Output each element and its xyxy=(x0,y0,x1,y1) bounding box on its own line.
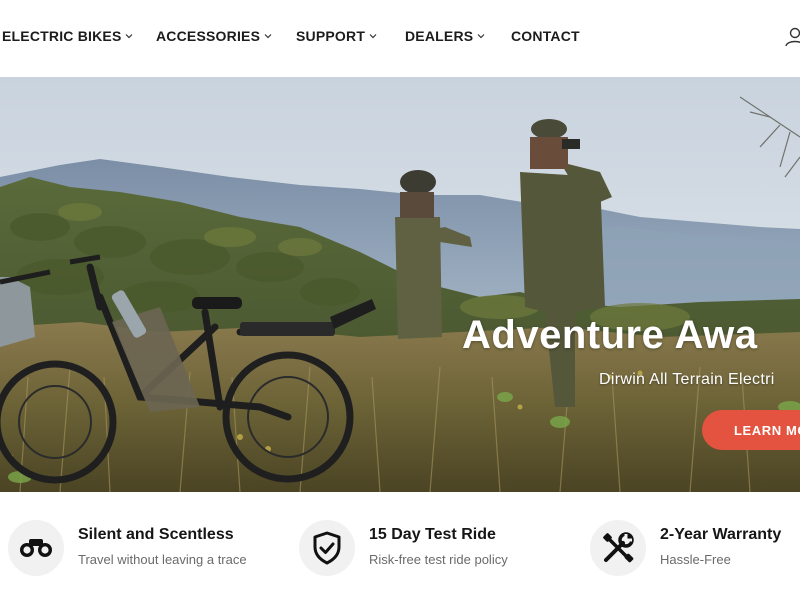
learn-more-button[interactable]: LEARN MO xyxy=(702,410,800,450)
shield-check-icon xyxy=(313,531,341,565)
feature-title: Silent and Scentless xyxy=(78,526,234,543)
feature-strip: Silent and Scentless Travel without leav… xyxy=(0,492,800,600)
chevron-down-icon xyxy=(126,34,133,39)
binoculars-icon xyxy=(20,539,52,557)
nav-label: DEALERS xyxy=(405,28,474,44)
nav-label: ELECTRIC BIKES xyxy=(2,28,122,44)
hero-banner: Adventure Awa Dirwin All Terrain Electri… xyxy=(0,77,800,492)
nav-accessories[interactable]: ACCESSORIES xyxy=(156,28,272,44)
tools-icon xyxy=(603,532,634,563)
user-icon[interactable] xyxy=(784,26,800,48)
nav-label: ACCESSORIES xyxy=(156,28,261,44)
feature-subtitle: Travel without leaving a trace xyxy=(78,552,247,567)
hero-background-image xyxy=(0,77,800,492)
hero-title: Adventure Awa xyxy=(462,313,758,357)
nav-contact[interactable]: CONTACT xyxy=(511,28,580,44)
nav-electric-bikes[interactable]: ELECTRIC BIKES xyxy=(2,28,133,44)
feature-icon-circle xyxy=(299,520,355,576)
chevron-down-icon xyxy=(264,34,272,39)
chevron-down-icon xyxy=(477,34,485,39)
top-navigation: ELECTRIC BIKES ACCESSORIES SUPPORT DEALE… xyxy=(0,0,800,77)
feature-subtitle: Risk-free test ride policy xyxy=(369,552,508,567)
feature-title: 15 Day Test Ride xyxy=(369,526,496,543)
nav-label: CONTACT xyxy=(511,28,580,44)
feature-subtitle: Hassle-Free xyxy=(660,552,731,567)
chevron-down-icon xyxy=(369,34,377,39)
feature-icon-circle xyxy=(8,520,64,576)
nav-label: SUPPORT xyxy=(296,28,366,44)
nav-dealers[interactable]: DEALERS xyxy=(405,28,485,44)
feature-icon-circle xyxy=(590,520,646,576)
nav-support[interactable]: SUPPORT xyxy=(296,28,377,44)
feature-title: 2-Year Warranty xyxy=(660,526,782,543)
hero-subtitle: Dirwin All Terrain Electri xyxy=(599,371,775,388)
